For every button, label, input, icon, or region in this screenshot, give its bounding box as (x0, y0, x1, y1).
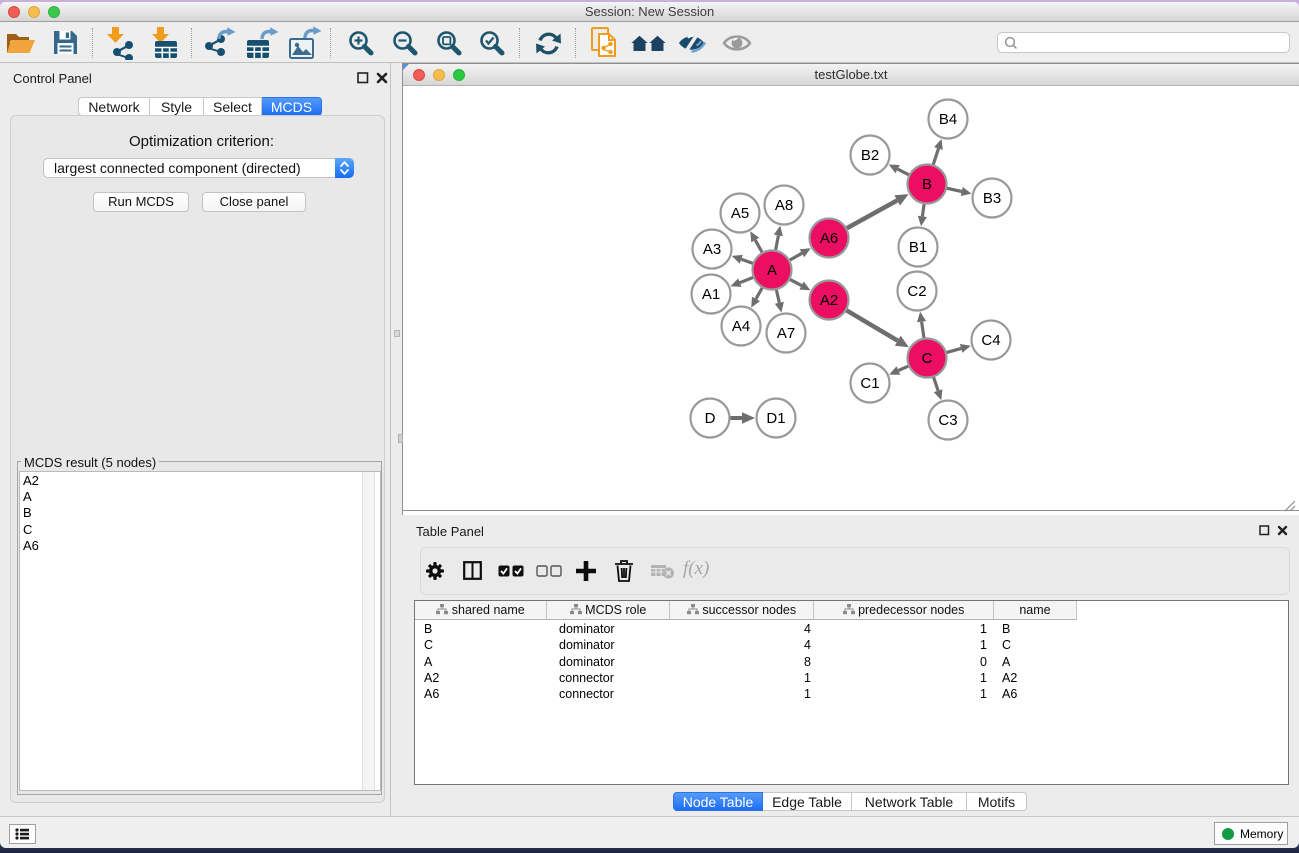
svg-text:D1: D1 (766, 410, 785, 427)
svg-text:A4: A4 (732, 318, 750, 335)
svg-text:A1: A1 (702, 286, 720, 303)
svg-text:C1: C1 (860, 375, 879, 392)
svg-text:B1: B1 (909, 239, 927, 256)
svg-text:B: B (922, 176, 932, 193)
svg-text:B4: B4 (939, 111, 957, 128)
svg-text:A3: A3 (703, 241, 721, 258)
svg-text:B3: B3 (983, 190, 1001, 207)
svg-text:A5: A5 (731, 205, 749, 222)
svg-text:C2: C2 (907, 283, 926, 300)
svg-text:A7: A7 (777, 325, 795, 342)
svg-text:A6: A6 (820, 230, 838, 247)
svg-text:C3: C3 (938, 412, 957, 429)
svg-text:A2: A2 (820, 292, 838, 309)
svg-text:A: A (767, 262, 777, 279)
svg-text:C4: C4 (981, 332, 1000, 349)
svg-text:C: C (922, 350, 933, 367)
svg-text:A8: A8 (775, 197, 793, 214)
svg-text:D: D (705, 410, 716, 427)
svg-text:B2: B2 (861, 147, 879, 164)
